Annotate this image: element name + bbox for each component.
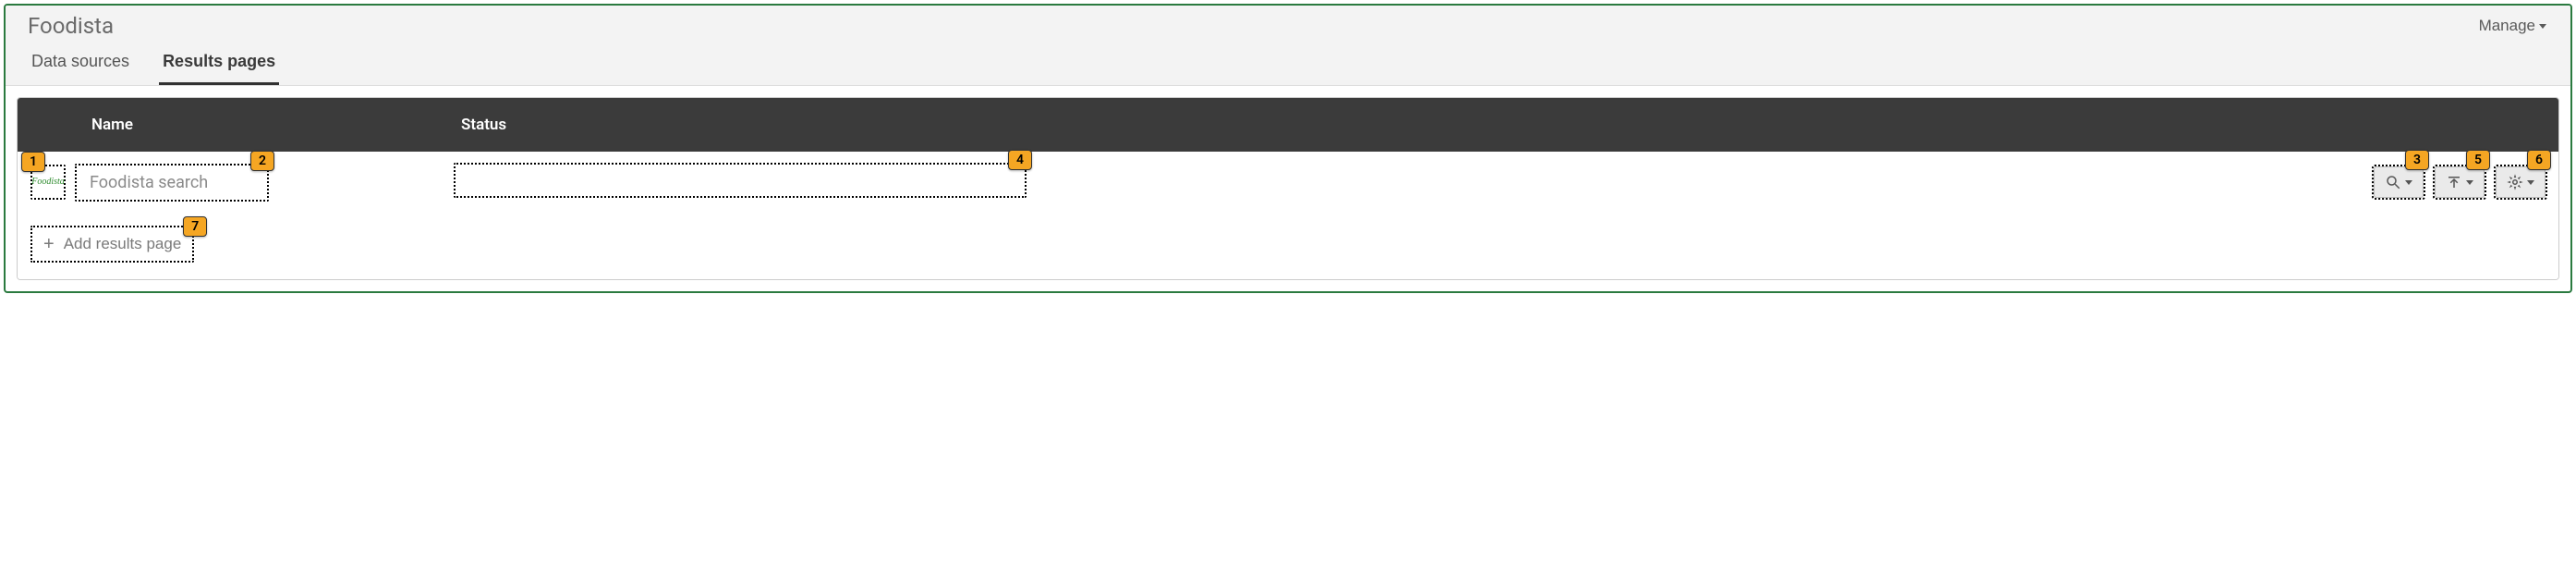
plus-icon: +	[43, 235, 55, 253]
annotation-badge: 1	[21, 152, 45, 172]
row-actions: 3 5	[2372, 165, 2549, 200]
table-header: Name Status	[18, 98, 2558, 152]
annotation-badge: 5	[2466, 150, 2490, 170]
column-header-name: Name	[80, 116, 450, 134]
row-name-link[interactable]: Foodista search	[75, 164, 269, 202]
tab-data-sources[interactable]: Data sources	[28, 43, 133, 85]
annotation-badge: 2	[250, 151, 274, 171]
name-wrap: 2 Foodista search	[66, 164, 269, 202]
row-status	[454, 163, 1027, 198]
content-area: Name Status 1 Foodista 2 Foodista search	[6, 86, 2570, 291]
annotation-badge: 6	[2527, 150, 2551, 170]
manage-label: Manage	[2479, 17, 2535, 35]
add-row: 7 + Add results page	[18, 213, 2558, 279]
results-table: Name Status 1 Foodista 2 Foodista search	[17, 97, 2559, 280]
gear-icon	[2507, 174, 2523, 190]
thumbnail-image: Foodista	[31, 178, 65, 187]
tabs: Data sources Results pages	[6, 43, 2570, 85]
header-region: Foodista Manage Data sources Results pag…	[6, 6, 2570, 86]
manage-dropdown[interactable]: Manage	[2473, 13, 2552, 39]
annotation-badge: 4	[1008, 150, 1032, 170]
annotation-badge: 3	[2405, 150, 2429, 170]
chevron-down-icon	[2466, 180, 2473, 185]
upload-icon	[2446, 174, 2462, 190]
tab-results-pages[interactable]: Results pages	[159, 43, 279, 85]
page-title: Foodista	[28, 13, 114, 39]
chevron-down-icon	[2405, 180, 2412, 185]
chevron-down-icon	[2527, 180, 2534, 185]
title-row: Foodista Manage	[6, 6, 2570, 43]
add-results-page-button[interactable]: + Add results page	[30, 226, 194, 263]
search-icon	[2385, 174, 2401, 190]
add-button-label: Add results page	[64, 235, 182, 253]
column-header-status: Status	[450, 116, 2337, 134]
main-panel: Foodista Manage Data sources Results pag…	[4, 4, 2572, 293]
chevron-down-icon	[2539, 24, 2546, 29]
status-wrap: 4	[269, 163, 2372, 202]
table-row: 1 Foodista 2 Foodista search 4	[18, 152, 2558, 213]
thumb-wrap: 1 Foodista	[27, 165, 66, 200]
annotation-badge: 7	[183, 216, 207, 237]
